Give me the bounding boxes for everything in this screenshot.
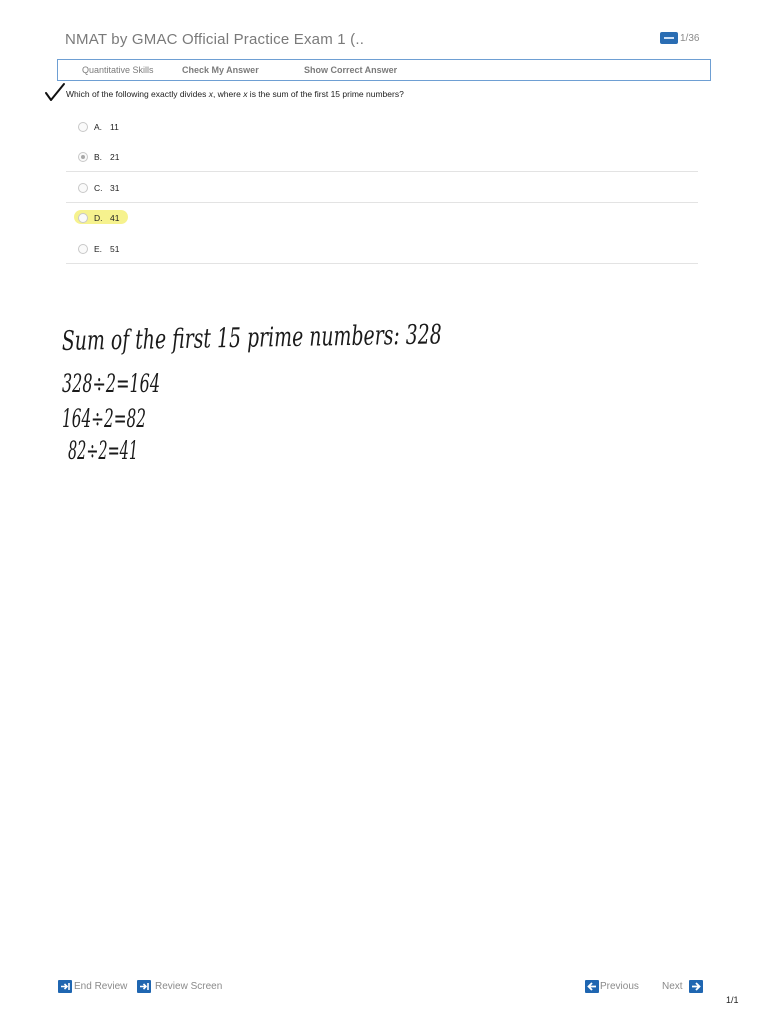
- note-line: 328÷2=164: [62, 369, 160, 398]
- option-letter: D.: [94, 213, 103, 223]
- check-answer-button[interactable]: Check My Answer: [182, 65, 259, 75]
- checkmark-icon: [45, 83, 65, 101]
- option-a[interactable]: A. 11: [66, 112, 698, 142]
- review-screen-button[interactable]: Review Screen: [155, 981, 222, 992]
- radio-button[interactable]: [78, 122, 88, 132]
- option-b[interactable]: B. 21: [66, 142, 698, 172]
- end-review-button[interactable]: End Review: [74, 981, 127, 992]
- end-review-icon[interactable]: [58, 980, 72, 993]
- handwritten-notes: Sum of the first 15 prime numbers: 328 3…: [62, 319, 442, 465]
- option-value: 41: [110, 213, 120, 223]
- radio-button[interactable]: [78, 213, 88, 223]
- next-button[interactable]: Next: [662, 981, 683, 992]
- option-c[interactable]: C. 31: [66, 173, 698, 203]
- option-value: 11: [110, 122, 119, 132]
- option-value: 31: [110, 183, 120, 193]
- print-page-indicator: 1/1: [726, 995, 739, 1005]
- previous-button[interactable]: Previous: [600, 981, 639, 992]
- radio-button-selected[interactable]: [78, 152, 88, 162]
- divider: [66, 171, 698, 172]
- question-text: Which of the following exactly divides x…: [66, 89, 404, 99]
- option-letter: B.: [94, 152, 103, 162]
- previous-arrow-icon[interactable]: [585, 980, 599, 993]
- option-letter: E.: [94, 244, 103, 254]
- option-d[interactable]: D. 41: [66, 203, 698, 233]
- option-value: 51: [110, 244, 120, 254]
- page-title: NMAT by GMAC Official Practice Exam 1 (.…: [65, 31, 365, 48]
- question-counter: 1/36: [680, 33, 700, 44]
- show-answer-button[interactable]: Show Correct Answer: [304, 65, 397, 75]
- radio-button[interactable]: [78, 244, 88, 254]
- section-label: Quantitative Skills: [82, 65, 154, 75]
- option-e[interactable]: E. 51: [66, 234, 698, 264]
- option-letter: C.: [94, 183, 103, 193]
- radio-button[interactable]: [78, 183, 88, 193]
- option-value: 21: [110, 152, 120, 162]
- calculator-icon[interactable]: [660, 32, 678, 44]
- note-line: Sum of the first 15 prime numbers: 328: [62, 319, 442, 357]
- next-arrow-icon[interactable]: [689, 980, 703, 993]
- review-screen-icon[interactable]: [137, 980, 151, 993]
- note-line: 164÷2=82: [62, 404, 146, 433]
- divider: [66, 263, 698, 264]
- note-line: 82÷2=41: [68, 436, 138, 465]
- option-letter: A.: [94, 122, 103, 132]
- review-toolbar: Quantitative Skills Check My Answer Show…: [57, 59, 711, 81]
